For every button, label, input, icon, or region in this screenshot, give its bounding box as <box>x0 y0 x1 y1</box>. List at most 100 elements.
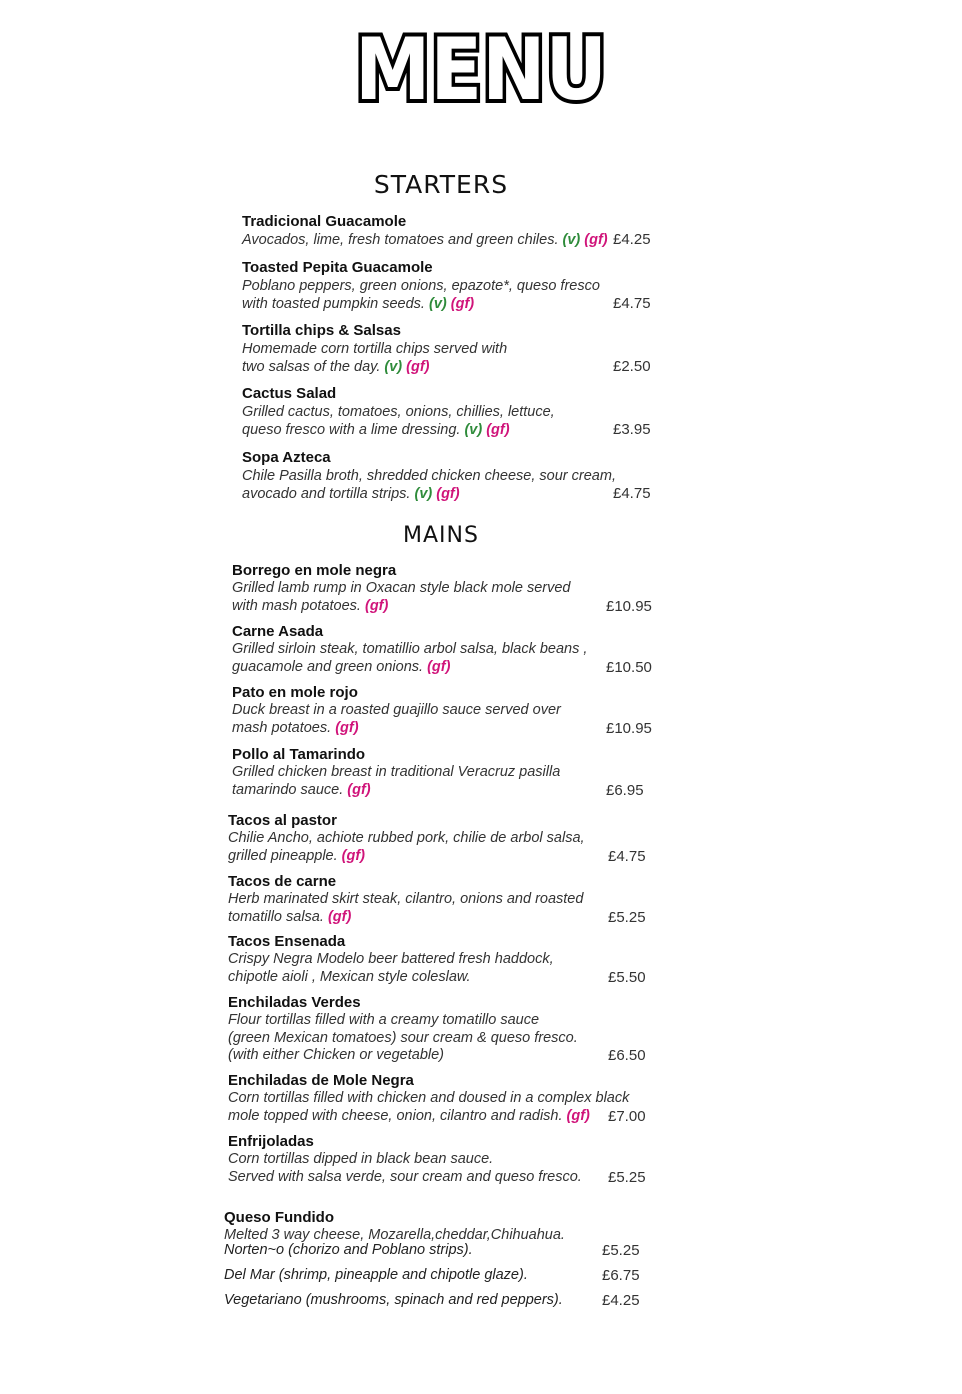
queso-option: Del Mar (shrimp, pineapple and chipotle … <box>224 1267 528 1283</box>
item-description: mole topped with cheese, onion, cilantro… <box>228 1107 590 1124</box>
gluten-free-tag: (gf) <box>486 422 510 438</box>
menu-item: Tortilla chips & Salsas Homemade corn tor… <box>242 322 507 376</box>
menu-item: Tradicional Guacamole Avocados, lime, fre… <box>242 213 608 249</box>
item-description: avocado and tortilla strips. (v) (gf) <box>242 486 460 502</box>
gluten-free-tag: (gf) <box>566 1107 590 1124</box>
menu-item: Enchiladas Verdes Flour tortillas filled … <box>228 994 578 1065</box>
item-description: with toasted pumpkin seeds. (v) (gf) <box>242 296 475 312</box>
menu-item: Tacos de carne Herb marinated skirt steak… <box>228 873 583 926</box>
item-description: tamarindo sauce. (gf) <box>232 781 371 798</box>
queso-option: Norten~o (chorizo and Poblano strips). <box>224 1242 473 1258</box>
item-price: £4.75 <box>608 847 646 865</box>
item-description: with mash potatoes. (gf) <box>232 597 389 614</box>
item-description: (green Mexican tomatoes) sour cream & qu… <box>228 1029 578 1046</box>
queso-option: Vegetariano (mushrooms, spinach and red … <box>224 1292 563 1308</box>
menu-title: MENU <box>0 14 962 114</box>
item-price: £3.95 <box>613 421 651 438</box>
item-description: Herb marinated skirt steak, cilantro, on… <box>228 891 584 907</box>
item-description: queso fresco with a lime dressing. (v) (… <box>242 422 510 438</box>
menu-item: Toasted Pepita Guacamole Poblano peppers,… <box>242 259 600 313</box>
item-name: Enchiladas Verdes <box>228 994 361 1011</box>
item-price: £4.75 <box>613 295 651 312</box>
item-price: £4.75 <box>613 485 651 502</box>
item-description: Grilled chicken breast in traditional Ve… <box>232 764 561 780</box>
menu-item: Cactus Salad Grilled cactus, tomatoes, on… <box>242 385 555 439</box>
vegetarian-tag: (v) <box>464 422 483 438</box>
gluten-free-tag: (gf) <box>327 908 352 925</box>
gluten-free-tag: (gf) <box>450 296 475 312</box>
item-name: Carne Asada <box>232 623 324 640</box>
item-description: chipotle aioli , Mexican style coleslaw. <box>228 968 471 985</box>
gluten-free-tag: (gf) <box>584 232 608 248</box>
item-description: Chile Pasilla broth, shredded chicken ch… <box>242 468 616 484</box>
item-name: Tacos Ensenada <box>228 933 346 950</box>
item-name: Tradicional Guacamole <box>242 213 407 230</box>
item-name: Toasted Pepita Guacamole <box>242 259 433 276</box>
item-name: Borrego en mole negra <box>232 562 397 579</box>
item-name: Enfrijoladas <box>228 1133 314 1150</box>
menu-item: Pato en mole rojo Duck breast in a roaste… <box>232 684 561 737</box>
menu-item: Tacos Ensenada Crispy Negra Modelo beer b… <box>228 933 554 986</box>
vegetarian-tag: (v) <box>414 486 433 502</box>
item-name: Tacos al pastor <box>228 812 337 829</box>
item-description: Homemade corn tortilla chips served with <box>242 341 508 357</box>
mains-heading: MAINS <box>403 523 479 548</box>
starters-heading: STARTERS <box>373 170 509 199</box>
item-name: Pollo al Tamarindo <box>232 746 366 763</box>
item-description: Duck breast in a roasted guajillo sauce … <box>232 702 561 718</box>
gluten-free-tag: (gf) <box>335 719 359 736</box>
item-description: Grilled cactus, tomatoes, onions, chilli… <box>242 404 555 420</box>
item-description: two salsas of the day. (v) (gf) <box>242 359 430 375</box>
menu-item: Pollo al Tamarindo Grilled chicken breast… <box>232 746 560 799</box>
queso-name: Queso Fundido <box>224 1209 334 1226</box>
item-description: grilled pineapple. (gf) <box>228 847 366 864</box>
item-name: Sopa Azteca <box>242 449 331 466</box>
item-description: Crispy Negra Modelo beer battered fresh … <box>228 951 554 967</box>
queso-option-price: £4.25 <box>602 1292 640 1309</box>
item-description: Grilled sirloin steak, tomatillio arbol … <box>232 641 588 657</box>
item-price: £7.00 <box>608 1107 646 1125</box>
menu-item: Sopa Azteca Chile Pasilla broth, shredded… <box>242 449 616 503</box>
vegetarian-tag: (v) <box>384 359 403 375</box>
item-description: guacamole and green onions. (gf) <box>232 658 451 675</box>
item-price: £5.25 <box>608 1168 646 1186</box>
queso-option-price: £5.25 <box>602 1242 640 1259</box>
gluten-free-tag: (gf) <box>436 486 460 502</box>
item-price: £6.95 <box>606 781 644 799</box>
item-description: tomatillo salsa. (gf) <box>228 908 352 925</box>
item-description: Served with salsa verde, sour cream and … <box>228 1168 582 1185</box>
item-description: mash potatoes. (gf) <box>232 719 359 736</box>
menu-item: Carne Asada Grilled sirloin steak, tomati… <box>232 623 587 676</box>
item-description: Poblano peppers, green onions, epazote*,… <box>242 278 600 294</box>
item-name: Cactus Salad <box>242 385 337 402</box>
item-name: Tacos de carne <box>228 873 337 890</box>
item-name: Tortilla chips & Salsas <box>242 322 401 339</box>
item-description: Flour tortillas filled with a creamy tom… <box>228 1012 540 1028</box>
menu-item: Tacos al pastor Chilie Ancho, achiote rub… <box>228 812 585 865</box>
vegetarian-tag: (v) <box>429 296 447 312</box>
vegetarian-tag: (v) <box>562 232 581 248</box>
item-description: Avocados, lime, fresh tomatoes and green… <box>242 232 608 248</box>
item-price: £4.25 <box>613 231 651 248</box>
item-name: Enchiladas de Mole Negra <box>228 1072 414 1089</box>
gluten-free-tag: (gf) <box>347 781 371 798</box>
item-price: £2.50 <box>613 358 651 375</box>
gluten-free-tag: (gf) <box>427 658 451 675</box>
queso-option-price: £6.75 <box>602 1267 640 1284</box>
item-price: £5.25 <box>608 908 646 926</box>
menu-item: Borrego en mole negra Grilled lamb rump i… <box>232 562 570 615</box>
gluten-free-tag: (gf) <box>406 359 430 375</box>
menu-title-text: MENU <box>355 20 607 109</box>
item-description: Corn tortillas dipped in black bean sauc… <box>228 1151 494 1167</box>
item-description: Grilled lamb rump in Oxacan style black … <box>232 580 571 596</box>
item-price: £10.95 <box>606 719 652 737</box>
item-description: Corn tortillas filled with chicken and d… <box>228 1090 630 1106</box>
gluten-free-tag: (gf) <box>341 847 366 864</box>
item-name: Pato en mole rojo <box>232 684 358 701</box>
item-description: Chilie Ancho, achiote rubbed pork, chili… <box>228 830 585 846</box>
gluten-free-tag: (gf) <box>365 597 389 614</box>
item-price: £5.50 <box>608 968 646 986</box>
item-description: (with either Chicken or vegetable) <box>228 1047 444 1063</box>
menu-item: Enchiladas de Mole Negra Corn tortillas f… <box>228 1072 629 1125</box>
item-price: £10.50 <box>606 658 652 676</box>
